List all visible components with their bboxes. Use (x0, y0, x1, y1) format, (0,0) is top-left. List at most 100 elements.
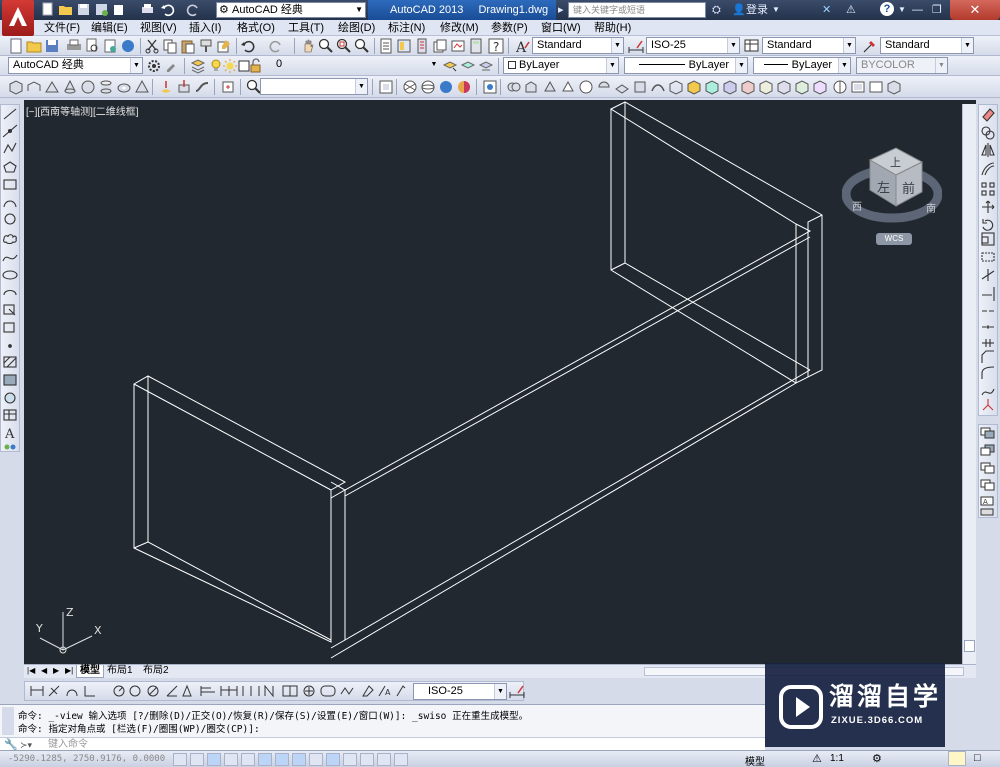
paste-icon[interactable] (180, 38, 196, 54)
line-icon[interactable] (3, 108, 17, 120)
rectangle-icon[interactable] (3, 179, 17, 190)
command-input-row[interactable]: 🔧 ≻▾ 键入命令 (0, 737, 765, 751)
lineweight-combo[interactable]: ByLayer ▼ (753, 57, 851, 74)
construction-line-icon[interactable] (2, 124, 18, 138)
ordinate-dim-icon[interactable] (84, 686, 95, 697)
plot-quick-icon[interactable] (112, 2, 127, 17)
open-icon[interactable] (58, 2, 73, 17)
menu-file[interactable]: 文件(F) (44, 20, 80, 36)
angular-dim-icon[interactable] (166, 685, 178, 697)
publish-icon[interactable] (102, 38, 118, 54)
minimize-button[interactable]: — (912, 2, 923, 18)
save-as-icon[interactable] (94, 2, 109, 17)
add-selected-icon[interactable] (4, 444, 16, 450)
thicken-icon[interactable] (614, 79, 630, 95)
arc-icon[interactable] (3, 200, 17, 208)
menu-modify[interactable]: 修改(M) (440, 20, 479, 36)
scale-icon[interactable] (981, 232, 995, 246)
binoculars-icon[interactable]: ⛭ (712, 2, 721, 18)
jogged-dim-icon[interactable] (129, 685, 141, 697)
workspace-switch-combo[interactable]: ⚙ AutoCAD 经典 ▼ (216, 2, 366, 18)
3d-wireframe-icon[interactable] (420, 79, 436, 95)
infer-constraints-toggle[interactable] (173, 753, 187, 766)
grid-display-toggle[interactable] (207, 753, 221, 766)
dim-space-icon[interactable] (242, 686, 260, 696)
menu-window[interactable]: 窗口(W) (541, 20, 581, 36)
plot-icon[interactable] (66, 38, 82, 54)
solid-edit-icon[interactable] (886, 79, 902, 95)
copy-icon[interactable] (162, 38, 178, 54)
erase-icon[interactable] (982, 108, 995, 122)
mirror-icon[interactable] (981, 143, 995, 157)
dynamic-input-toggle[interactable] (326, 753, 340, 766)
sheet-set-icon[interactable] (432, 38, 448, 54)
polysolid-icon[interactable] (26, 79, 42, 95)
dim-edit-icon[interactable] (362, 685, 374, 697)
copy-faces-icon[interactable] (794, 79, 810, 95)
stretch-icon[interactable] (981, 252, 995, 262)
taper-faces-icon[interactable] (776, 79, 792, 95)
named-view-combo[interactable]: ▼ (260, 78, 368, 95)
print-icon[interactable] (140, 2, 155, 17)
continue-dim-icon[interactable] (220, 686, 238, 696)
explode-icon[interactable] (982, 399, 994, 411)
spline-icon[interactable] (2, 254, 18, 262)
conceptual-icon[interactable] (456, 79, 472, 95)
dim-style-manager-icon[interactable] (509, 683, 525, 699)
arc-length-icon[interactable] (66, 689, 78, 697)
intersect-icon[interactable] (542, 79, 558, 95)
region-icon[interactable] (4, 392, 16, 404)
chamfer-icon[interactable] (981, 350, 994, 363)
tab-model[interactable]: 模型 (76, 665, 104, 678)
workspace-switch-icon[interactable]: ⚙ (872, 752, 882, 765)
cut-icon[interactable] (144, 38, 160, 54)
realistic-icon[interactable] (438, 79, 454, 95)
table-style-icon[interactable] (744, 38, 760, 54)
visual-styles-manager-icon[interactable] (482, 79, 498, 95)
torus-icon[interactable] (116, 79, 132, 95)
dim-style-bottom-combo[interactable]: ISO-25 ▼ (413, 683, 507, 700)
scroll-thumb[interactable] (964, 640, 975, 652)
zoom-realtime-icon[interactable] (318, 38, 334, 54)
menu-parametric[interactable]: 参数(P) (491, 20, 528, 36)
polygon-icon[interactable] (3, 161, 17, 173)
search-input[interactable]: 键入关键字或短语 (568, 2, 706, 18)
table-icon[interactable] (3, 409, 17, 421)
extract-edges-icon[interactable] (668, 79, 684, 95)
tab-prev-button[interactable]: ◀ (38, 665, 50, 678)
blend-curves-icon[interactable] (981, 388, 995, 396)
linear-dim-icon[interactable] (30, 686, 44, 696)
presspull-icon[interactable] (176, 79, 192, 95)
color-faces-icon[interactable] (812, 79, 828, 95)
workspace-combo[interactable]: AutoCAD 经典 ▼ (8, 57, 143, 74)
dynamic-ucs-toggle[interactable] (309, 753, 323, 766)
chevron-down-icon[interactable]: ▼ (772, 2, 780, 18)
workspace-settings-icon[interactable] (146, 58, 162, 74)
3d-move-icon[interactable] (220, 79, 236, 95)
undo-icon[interactable] (160, 2, 175, 17)
linetype-combo[interactable]: ByLayer ▼ (624, 57, 748, 74)
array-icon[interactable] (981, 182, 995, 196)
union-icon[interactable] (506, 79, 522, 95)
make-current-layer-icon[interactable] (442, 58, 458, 74)
polyline-icon[interactable] (3, 142, 17, 154)
match-properties-icon[interactable] (198, 38, 214, 54)
properties-icon[interactable] (378, 38, 394, 54)
zoom-previous-icon[interactable] (354, 38, 370, 54)
multiline-text-icon[interactable]: A (4, 427, 15, 442)
application-menu-button[interactable] (2, 0, 34, 36)
quick-properties-toggle[interactable] (377, 753, 391, 766)
annotation-scale-icon[interactable]: ⚠ (812, 752, 822, 765)
coordinates-readout[interactable]: -5290.1285, 2750.9176, 0.0000 (8, 754, 165, 764)
menu-format[interactable]: 格式(O) (237, 20, 275, 36)
viewport-controls-label[interactable]: [−][西南等轴测][二维线框] (26, 103, 139, 118)
gradient-icon[interactable] (3, 374, 17, 386)
menu-insert[interactable]: 插入(I) (189, 20, 221, 36)
subtract-icon[interactable] (524, 79, 540, 95)
cylinder-icon[interactable] (98, 79, 114, 95)
2d-wireframe-icon[interactable] (402, 79, 418, 95)
point-icon[interactable] (8, 344, 12, 348)
multileader-style-icon[interactable] (862, 38, 878, 54)
vertical-scrollbar[interactable] (962, 104, 976, 664)
tab-first-button[interactable]: |◀ (24, 665, 38, 678)
